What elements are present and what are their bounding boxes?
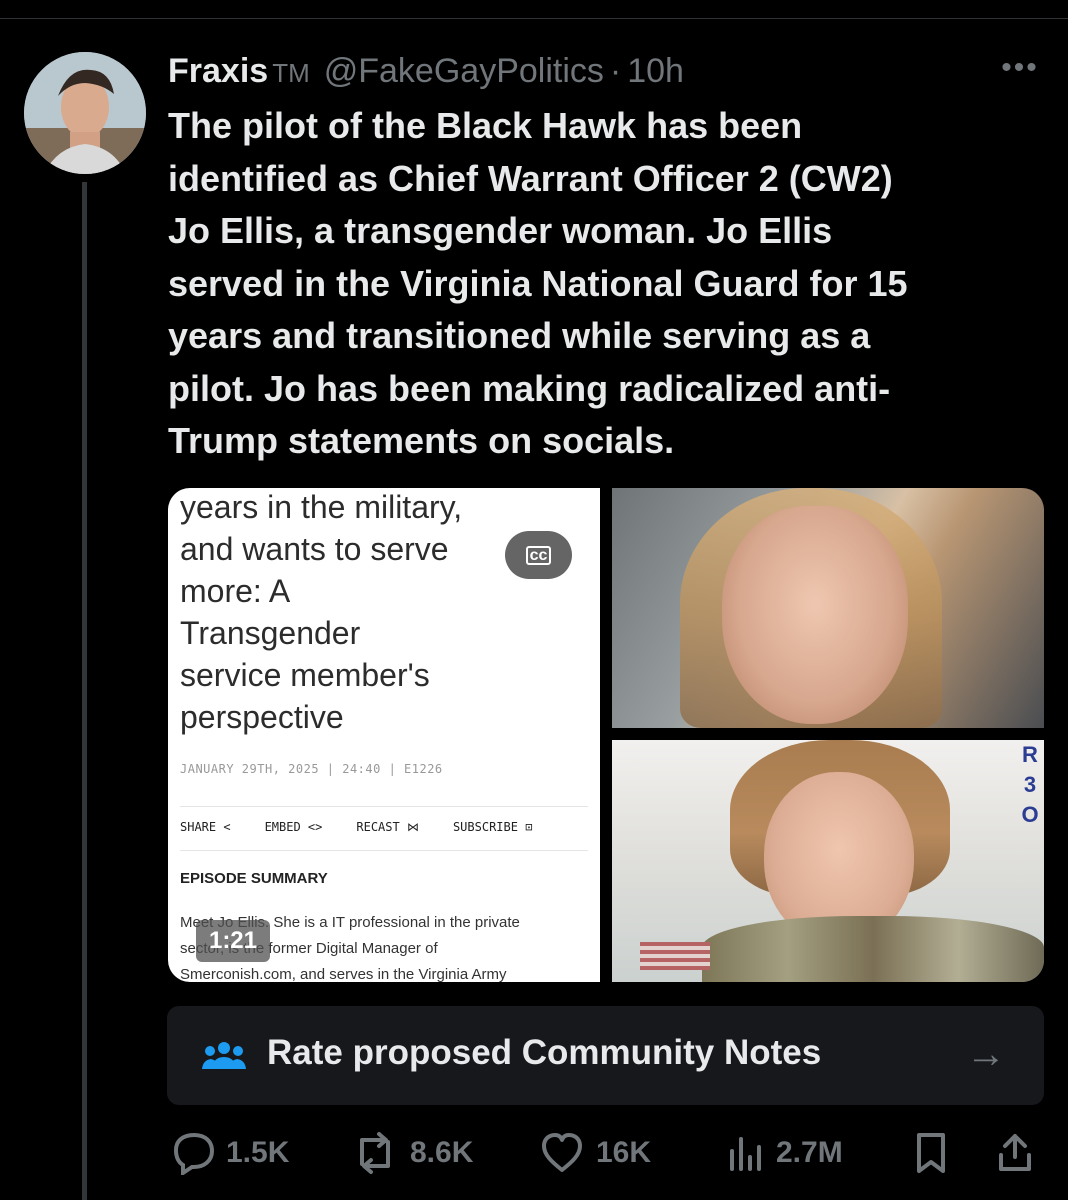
uniform-portrait-photo[interactable]: R 3 O	[612, 740, 1044, 982]
heart-icon	[542, 1133, 582, 1172]
author-handle[interactable]: @FakeGayPolitics	[324, 52, 604, 91]
flag-patch	[640, 942, 710, 970]
episode-meta: JANUARY 29TH, 2025 | 24:40 | E1226	[180, 762, 443, 776]
tweet-text: The pilot of the Black Hawk has been ide…	[168, 105, 908, 461]
bookmark-icon	[917, 1133, 945, 1173]
views-button[interactable]: 2.7M	[724, 1130, 843, 1176]
community-notes-label: Rate proposed Community Notes	[267, 1033, 822, 1072]
community-notes-card[interactable]: Rate proposed Community Notes →	[167, 1006, 1044, 1105]
people-icon	[202, 1042, 246, 1069]
portrait-photo[interactable]	[612, 488, 1044, 728]
reply-count: 1.5K	[226, 1136, 290, 1169]
like-count: 16K	[596, 1136, 652, 1169]
article-divider	[180, 806, 588, 807]
author-name[interactable]: Fraxis	[168, 52, 268, 91]
cc-icon: cc	[525, 545, 552, 565]
more-options-icon[interactable]: •••	[1000, 53, 1040, 83]
thread-line	[82, 182, 87, 1200]
tweet-actions: 1.5K 8.6K 16K 2.7M	[168, 1130, 1044, 1176]
reply-button[interactable]: 1.5K	[168, 1130, 289, 1176]
avatar-image	[24, 52, 146, 174]
video-duration-badge: 1:21	[196, 920, 270, 962]
military-uniform	[702, 916, 1044, 982]
episode-summary-title: EPISODE SUMMARY	[180, 870, 328, 887]
share-action: SHARE <	[180, 820, 231, 834]
repost-button[interactable]: 8.6K	[350, 1130, 473, 1176]
media-grid[interactable]: years in the military, and wants to serv…	[168, 488, 1044, 982]
timestamp[interactable]: 10h	[627, 52, 684, 91]
recast-action: RECAST ⋈	[356, 820, 419, 834]
repost-count: 8.6K	[410, 1136, 474, 1169]
like-button[interactable]: 16K	[538, 1130, 651, 1176]
article-headline: years in the military, and wants to serv…	[180, 489, 463, 735]
article-actions: SHARE < EMBED <> RECAST ⋈ SUBSCRIBE ⊡	[180, 820, 532, 834]
time-separator: ·	[609, 52, 622, 90]
portrait-face	[722, 506, 908, 724]
share-icon	[999, 1134, 1031, 1171]
embed-action: EMBED <>	[264, 820, 323, 834]
avatar[interactable]	[24, 52, 146, 174]
article-divider-second	[180, 850, 588, 851]
share-button[interactable]	[994, 1130, 1036, 1176]
reply-icon	[173, 1132, 215, 1175]
top-divider	[0, 18, 1068, 19]
closed-captions-button[interactable]: cc	[505, 531, 572, 579]
bookmark-button[interactable]	[910, 1130, 952, 1176]
view-count: 2.7M	[776, 1136, 843, 1169]
repost-icon	[360, 1132, 390, 1174]
subscribe-action: SUBSCRIBE ⊡	[452, 820, 533, 834]
views-icon	[730, 1137, 761, 1171]
background-sign-text: R 3 O	[1021, 742, 1039, 827]
arrow-right-icon: →	[966, 1032, 1006, 1076]
tweet-header: Fraxis TM @FakeGayPolitics · 10h	[168, 52, 684, 92]
article-screenshot[interactable]: years in the military, and wants to serv…	[168, 488, 600, 982]
author-trademark: TM	[272, 58, 310, 88]
